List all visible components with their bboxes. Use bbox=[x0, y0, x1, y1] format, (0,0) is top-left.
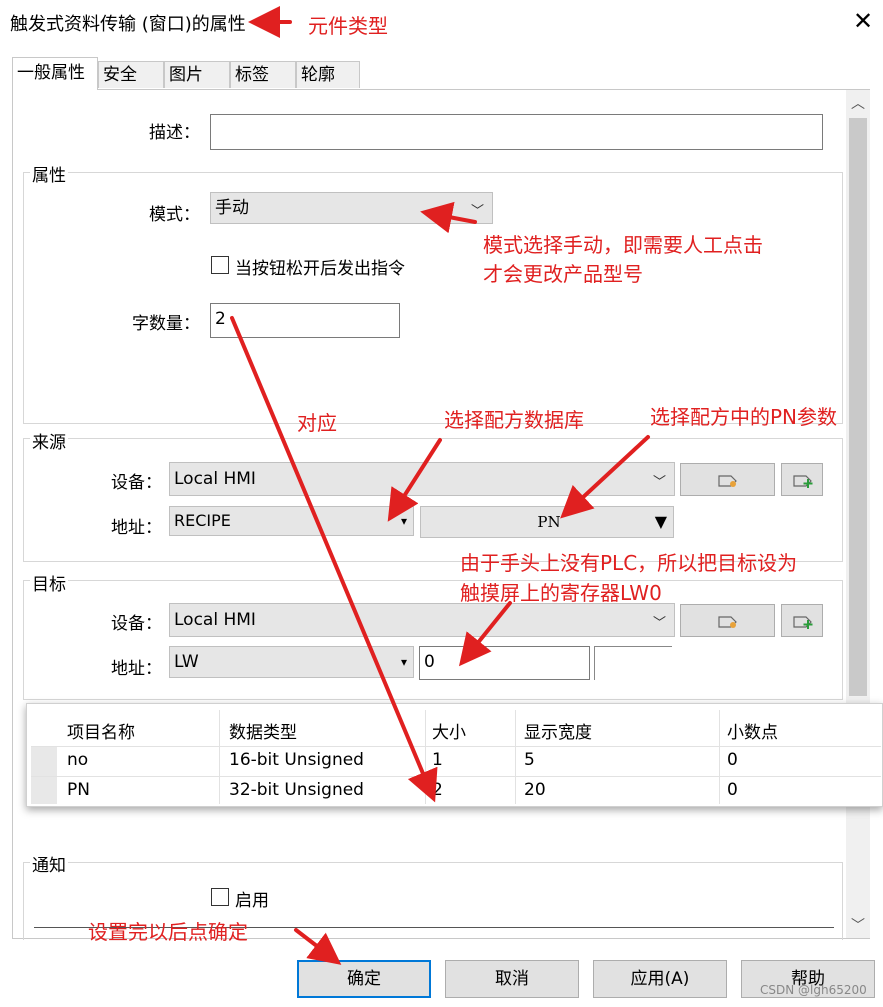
properties-group-title: 属性 bbox=[30, 161, 68, 186]
annotation-mode-note-2: 才会更改产品型号 bbox=[483, 262, 643, 286]
close-icon[interactable]: ✕ bbox=[848, 6, 878, 36]
source-address-select[interactable]: RECIPE ▾ bbox=[169, 506, 414, 536]
chevron-down-icon: ﹀ bbox=[652, 616, 666, 631]
tab-picture[interactable]: 图片 bbox=[164, 61, 230, 88]
target-device-select[interactable]: Local HMI ﹀ bbox=[169, 603, 675, 637]
table-cell[interactable]: no bbox=[67, 750, 88, 770]
source-param-select[interactable]: PN ▼ bbox=[420, 506, 674, 538]
target-device-value: Local HMI bbox=[174, 610, 256, 630]
table-cell[interactable]: 20 bbox=[524, 780, 546, 800]
release-checkbox[interactable] bbox=[211, 256, 229, 274]
scroll-up-icon[interactable]: ︿ bbox=[846, 92, 870, 116]
table-cell[interactable]: 0 bbox=[727, 780, 738, 800]
tag-icon bbox=[718, 616, 737, 628]
dropdown-arrow-icon: ▾ bbox=[400, 655, 407, 669]
notify-group-title: 通知 bbox=[30, 851, 68, 876]
tab-general[interactable]: 一般属性 bbox=[12, 57, 98, 90]
target-device-settings-button[interactable] bbox=[680, 604, 775, 637]
target-address-value: LW bbox=[174, 652, 199, 672]
tag-add-icon bbox=[793, 616, 813, 629]
word-count-label: 字数量： bbox=[132, 314, 200, 334]
annotation-component-type: 元件类型 bbox=[308, 14, 388, 38]
source-device-settings-button[interactable] bbox=[680, 463, 775, 496]
table-cell[interactable]: 2 bbox=[432, 780, 443, 800]
target-device-add-button[interactable] bbox=[781, 604, 823, 637]
tag-add-icon bbox=[793, 475, 813, 488]
tag-icon bbox=[718, 475, 737, 487]
word-count-input[interactable]: 2 bbox=[210, 303, 400, 338]
scrollbar-thumb[interactable] bbox=[849, 118, 867, 696]
apply-button[interactable]: 应用(A) bbox=[593, 960, 727, 998]
annotation-mode-note-1: 模式选择手动，即需要人工点击 bbox=[483, 233, 763, 257]
column-header-size[interactable]: 大小 bbox=[432, 718, 466, 743]
tab-strip: 一般属性 安全 图片 标签 轮廓 bbox=[12, 57, 360, 90]
target-address-extra-field[interactable] bbox=[594, 646, 672, 680]
scroll-down-icon[interactable]: ﹀ bbox=[846, 914, 870, 938]
window-title: 触发式资料传输 (窗口)的属性 bbox=[10, 14, 246, 35]
source-param-value: PN bbox=[537, 513, 561, 531]
description-input[interactable] bbox=[210, 114, 823, 150]
source-device-label: 设备： bbox=[111, 473, 162, 493]
table-cell[interactable]: 16-bit Unsigned bbox=[229, 750, 364, 770]
title-bar: 触发式资料传输 (窗口)的属性 ✕ bbox=[0, 0, 883, 44]
annotation-select-db: 选择配方数据库 bbox=[444, 408, 584, 432]
source-device-value: Local HMI bbox=[174, 469, 256, 489]
target-group bbox=[23, 580, 843, 700]
cancel-button[interactable]: 取消 bbox=[445, 960, 579, 998]
tab-outline[interactable]: 轮廓 bbox=[296, 61, 360, 88]
table-cell[interactable]: PN bbox=[67, 780, 90, 800]
chevron-down-icon: ﹀ bbox=[470, 204, 484, 219]
target-device-label: 设备： bbox=[111, 614, 162, 634]
ok-button[interactable]: 确定 bbox=[297, 960, 431, 998]
source-address-label: 地址： bbox=[111, 518, 162, 538]
source-device-add-button[interactable] bbox=[781, 463, 823, 496]
source-group bbox=[23, 438, 843, 562]
target-address-label: 地址： bbox=[111, 659, 162, 679]
annotation-select-pn: 选择配方中的PN参数 bbox=[650, 405, 838, 429]
dropdown-arrow-icon: ▼ bbox=[654, 512, 667, 531]
annotation-plc-note-2: 触摸屏上的寄存器LW0 bbox=[460, 581, 662, 605]
enable-checkbox[interactable] bbox=[211, 888, 229, 906]
description-label: 描述： bbox=[149, 123, 200, 143]
column-header-display-width[interactable]: 显示宽度 bbox=[524, 718, 592, 743]
annotation-plc-note-1: 由于手头上没有PLC，所以把目标设为 bbox=[460, 551, 798, 575]
column-header-decimal[interactable]: 小数点 bbox=[727, 718, 778, 743]
enable-checkbox-label: 启用 bbox=[235, 891, 269, 911]
annotation-correspond: 对应 bbox=[297, 411, 337, 435]
dropdown-arrow-icon: ▾ bbox=[400, 514, 407, 528]
source-device-select[interactable]: Local HMI ﹀ bbox=[169, 462, 675, 496]
table-cell[interactable]: 0 bbox=[727, 750, 738, 770]
table-cell[interactable]: 32-bit Unsigned bbox=[229, 780, 364, 800]
tab-label[interactable]: 标签 bbox=[230, 61, 296, 88]
target-address-number-input[interactable]: 0 bbox=[419, 646, 590, 680]
watermark: CSDN @lgh65200 bbox=[760, 983, 867, 997]
data-table: 项目名称 数据类型 大小 显示宽度 小数点 no 16-bit Unsigned… bbox=[26, 703, 883, 807]
source-address-value: RECIPE bbox=[174, 511, 231, 530]
table-cell[interactable]: 5 bbox=[524, 750, 535, 770]
table-cell[interactable]: 1 bbox=[432, 750, 443, 770]
source-group-title: 来源 bbox=[30, 428, 68, 453]
column-header-item-name[interactable]: 项目名称 bbox=[67, 718, 135, 743]
mode-select[interactable]: 手动 ﹀ bbox=[210, 192, 493, 224]
target-address-select[interactable]: LW ▾ bbox=[169, 646, 414, 678]
release-checkbox-label: 当按钮松开后发出指令 bbox=[235, 259, 405, 279]
target-group-title: 目标 bbox=[30, 570, 68, 595]
annotation-confirm-note: 设置完以后点确定 bbox=[88, 920, 248, 944]
row-header-column bbox=[31, 746, 57, 804]
mode-select-value: 手动 bbox=[215, 198, 249, 218]
mode-label: 模式： bbox=[149, 205, 200, 225]
chevron-down-icon: ﹀ bbox=[652, 475, 666, 490]
column-header-data-type[interactable]: 数据类型 bbox=[229, 718, 297, 743]
tab-security[interactable]: 安全 bbox=[98, 61, 164, 88]
